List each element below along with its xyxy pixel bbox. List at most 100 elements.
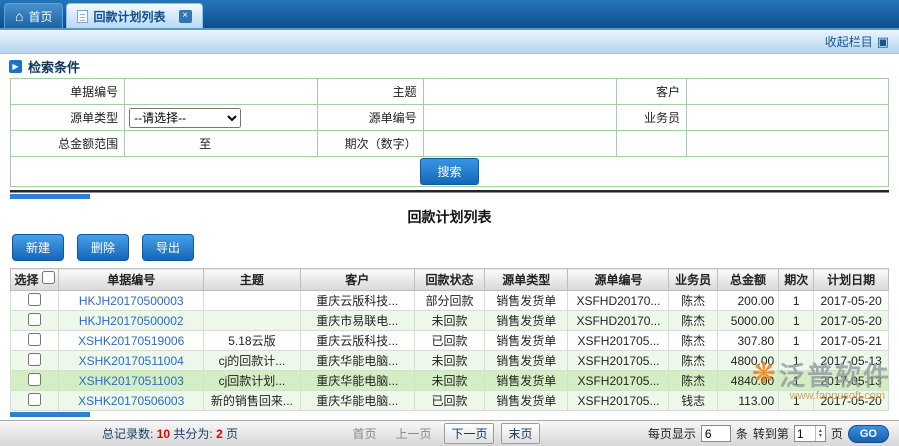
amount-min-input[interactable]	[129, 134, 199, 154]
new-button[interactable]: 新建	[12, 234, 64, 261]
col-header-period: 期次	[779, 269, 814, 291]
cell-doc-no: XSHK20170511003	[59, 371, 204, 391]
amount-range-cell: 至	[125, 131, 318, 157]
cell-source-no: XSFH201705...	[568, 371, 669, 391]
cell-period: 1	[779, 371, 814, 391]
table-row: HKJH20170500003 重庆云版科技... 部分回款 销售发货单 XSF…	[11, 291, 889, 311]
next-page-button[interactable]: 下一页	[444, 423, 494, 444]
doc-no-link[interactable]: HKJH20170500002	[79, 314, 184, 328]
collapse-columns-link[interactable]: 收起栏目 ▣	[825, 33, 889, 50]
customer-input[interactable]	[691, 82, 876, 102]
doc-no-link[interactable]: XSHK20170519006	[78, 334, 184, 348]
scrollbar-thumb[interactable]	[10, 194, 90, 199]
row-checkbox[interactable]	[28, 353, 41, 366]
doc-no-input[interactable]	[129, 82, 306, 102]
cell-source-no: XSFHD20170...	[568, 311, 669, 331]
doc-no-link[interactable]: XSHK20170511004	[79, 354, 184, 368]
col-header-doc-no: 单据编号	[59, 269, 204, 291]
col-header-source-type: 源单类型	[485, 269, 568, 291]
tab-bar: ⌂ 首页 回款计划列表 ×	[0, 0, 899, 30]
row-checkbox[interactable]	[28, 393, 41, 406]
cell-customer: 重庆华能电脑...	[300, 371, 414, 391]
table-header-row: 选择 单据编号 主题 客户 回款状态 源单类型 源单编号 业务员 总金额 期次 …	[11, 269, 889, 291]
delete-button[interactable]: 删除	[77, 234, 129, 261]
source-no-input[interactable]	[428, 108, 605, 128]
cell-salesman: 钱志	[669, 391, 717, 411]
amount-range-label: 总金额范围	[11, 131, 125, 157]
cell-doc-no: HKJH20170500002	[59, 311, 204, 331]
doc-no-cell	[125, 79, 318, 105]
total-pages-unit: 页	[226, 427, 238, 441]
goto-page-input[interactable]	[795, 426, 815, 441]
source-type-label: 源单类型	[11, 105, 125, 131]
cell-salesman: 陈杰	[669, 331, 717, 351]
row-checkbox[interactable]	[28, 293, 41, 306]
cell-status: 未回款	[414, 371, 484, 391]
cell-period: 1	[779, 311, 814, 331]
cell-salesman: 陈杰	[669, 351, 717, 371]
horizontal-scrollbar-bottom	[10, 412, 889, 418]
period-cell	[423, 131, 616, 157]
doc-no-label: 单据编号	[11, 79, 125, 105]
select-all-checkbox[interactable]	[42, 271, 55, 284]
table-row: XSHK20170511004 cj的回款计... 重庆华能电脑... 未回款 …	[11, 351, 889, 371]
tab-close-icon[interactable]: ×	[179, 10, 192, 23]
col-header-date: 计划日期	[814, 269, 889, 291]
search-section-title: 检索条件	[28, 57, 80, 76]
collapse-panel-icon: ▣	[877, 35, 889, 48]
go-button[interactable]: GO	[848, 425, 889, 443]
search-button[interactable]: 搜索	[420, 158, 478, 185]
cell-select	[11, 311, 59, 331]
cell-customer: 重庆华能电脑...	[300, 351, 414, 371]
search-button-cell: 搜索	[11, 157, 889, 187]
last-page-button[interactable]: 末页	[501, 423, 539, 444]
cell-source-type: 销售发货单	[485, 291, 568, 311]
cell-customer: 重庆云版科技...	[300, 331, 414, 351]
salesman-input[interactable]	[691, 108, 876, 128]
row-checkbox[interactable]	[28, 313, 41, 326]
first-page-link[interactable]: 首页	[346, 424, 382, 443]
export-button[interactable]: 导出	[142, 234, 194, 261]
section-divider	[10, 190, 889, 193]
doc-no-link[interactable]: XSHK20170511003	[79, 374, 184, 388]
period-input[interactable]	[428, 134, 605, 154]
doc-no-link[interactable]: HKJH20170500003	[79, 294, 184, 308]
cell-doc-no: XSHK20170519006	[59, 331, 204, 351]
source-no-label: 源单编号	[318, 105, 423, 131]
salesman-cell	[687, 105, 889, 131]
collapse-columns-label: 收起栏目	[825, 33, 873, 50]
doc-no-link[interactable]: XSHK20170506003	[78, 394, 184, 408]
cell-select	[11, 371, 59, 391]
subject-input[interactable]	[428, 82, 605, 102]
table-row: XSHK20170506003 新的销售回来... 重庆华能电脑... 已回款 …	[11, 391, 889, 411]
table-row-highlighted: XSHK20170511003 cj回款计划... 重庆华能电脑... 未回款 …	[11, 371, 889, 391]
cell-customer: 重庆华能电脑...	[300, 391, 414, 411]
cell-subject: cj回款计划...	[204, 371, 301, 391]
tab-home-label: 首页	[28, 8, 52, 25]
cell-doc-no: XSHK20170506003	[59, 391, 204, 411]
customer-cell	[687, 79, 889, 105]
prev-page-link[interactable]: 上一页	[389, 424, 437, 443]
stepper-arrows-icon[interactable]: ▴▾	[815, 426, 825, 441]
select-header-label: 选择	[14, 273, 38, 287]
scrollbar-thumb[interactable]	[10, 412, 90, 417]
cell-status: 部分回款	[414, 291, 484, 311]
amount-max-input[interactable]	[211, 134, 281, 154]
cell-select	[11, 351, 59, 371]
tab-payment-plan-list[interactable]: 回款计划列表 ×	[66, 3, 202, 28]
tab-home[interactable]: ⌂ 首页	[4, 3, 63, 28]
cell-status: 未回款	[414, 311, 484, 331]
cell-amount: 4840.00	[717, 371, 778, 391]
empty-cell	[616, 131, 686, 157]
cell-doc-no: XSHK20170511004	[59, 351, 204, 371]
search-form: 单据编号 主题 客户 源单类型 --请选择-- 源单编号 业务员 总金额范围 至…	[10, 78, 889, 187]
list-title: 回款计划列表	[0, 200, 899, 230]
section-toggle-arrow-icon[interactable]: ▶	[9, 60, 22, 73]
cell-source-type: 销售发货单	[485, 351, 568, 371]
row-checkbox[interactable]	[28, 333, 41, 346]
row-checkbox[interactable]	[28, 373, 41, 386]
cell-date: 2017-05-20	[814, 391, 889, 411]
source-type-select[interactable]: --请选择--	[129, 108, 241, 128]
col-header-subject: 主题	[204, 269, 301, 291]
cell-source-no: XSFH201705...	[568, 351, 669, 371]
